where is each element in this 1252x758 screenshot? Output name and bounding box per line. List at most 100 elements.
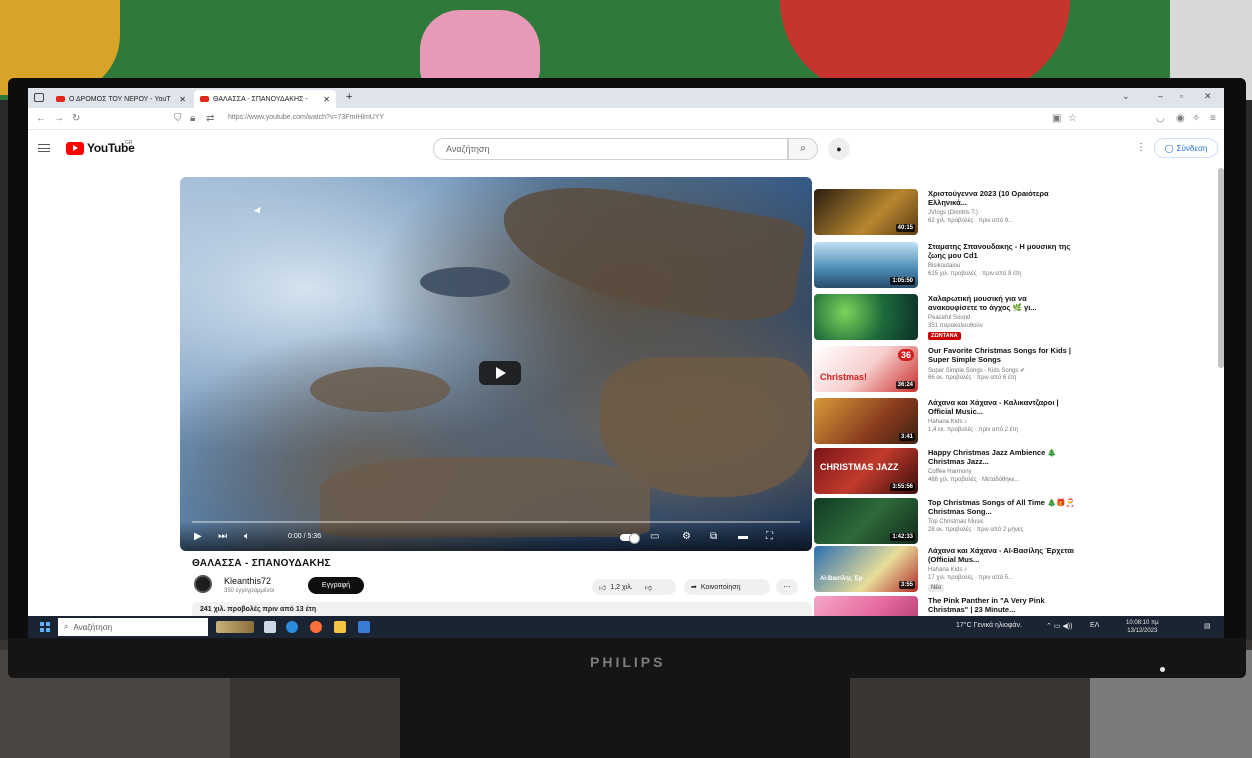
related-video-item[interactable]: Αϊ-Βασίλης Έρ 3:55 Λάχανα και Χάχανα - Α…	[814, 546, 1214, 596]
firefox-icon[interactable]	[310, 621, 322, 633]
subtitles-icon[interactable]: ▭	[650, 531, 659, 542]
theater-mode-icon[interactable]: ▬	[738, 531, 748, 542]
video-thumbnail[interactable]	[814, 294, 918, 340]
video-player[interactable]: ▶ ⏭ 🔈︎ 0:00 / 5:36 ▭ ⚙ ⧉ ▬ ⛶	[180, 177, 812, 551]
weather-widget[interactable]: 17°C Γενικά ηλιοφάν.	[956, 622, 1022, 629]
channel-name[interactable]: Hahana Kids ♪	[928, 419, 967, 425]
related-video-item[interactable]: Χαλαρωτική μουσική για να ανακουφίσετε τ…	[814, 294, 1214, 344]
document-app-icon[interactable]	[358, 621, 370, 633]
thumbs-down-icon[interactable]: 👎︎	[645, 583, 652, 592]
like-count[interactable]: 1,2 χιλ.	[610, 584, 632, 591]
video-thumbnail[interactable]: 1:05:50	[814, 242, 918, 288]
close-tab-icon[interactable]: ✕	[323, 95, 330, 104]
video-thumbnail[interactable]: CHRISTMAS JAZZ 3:55:56	[814, 448, 918, 494]
subscribe-button[interactable]: Εγγραφή	[308, 577, 364, 594]
guide-menu-icon[interactable]	[38, 144, 50, 152]
miniplayer-icon[interactable]: ⧉	[710, 531, 717, 542]
shield-icon[interactable]: ⛉	[174, 113, 182, 124]
page-scrollbar[interactable]	[1218, 168, 1224, 368]
bookmark-star-icon[interactable]: ☆	[1068, 113, 1077, 124]
browser-tab-2[interactable]: ΘΑΛΑΣΣΑ - ΣΠΑΝΟΥΔΑΚΗΣ - ✕	[194, 90, 336, 108]
video-title[interactable]: Χριστούγεννα 2023 (10 Ορaιότερα Ελληνικά…	[928, 189, 1078, 207]
close-window-icon[interactable]: ✕	[1204, 91, 1212, 102]
video-title[interactable]: Σταματης Σπανουδακης - Η μουσικη της ζωη…	[928, 242, 1078, 260]
video-title[interactable]: Χαλαρωτική μουσική για να ανακουφίσετε τ…	[928, 294, 1078, 312]
share-label: Κοινοποίηση	[700, 583, 741, 591]
file-explorer-icon[interactable]	[334, 621, 346, 633]
windows-start-icon[interactable]	[40, 622, 50, 632]
related-video-item[interactable]: 40:15 Χριστούγεννα 2023 (10 Ορaιότερα Ελ…	[814, 189, 1214, 239]
tab-overview-icon[interactable]	[34, 93, 44, 102]
youtube-logo-icon[interactable]	[66, 142, 84, 155]
reload-icon[interactable]: ↻	[72, 113, 80, 124]
forward-icon[interactable]: →	[54, 113, 64, 124]
fullscreen-icon[interactable]: ⛶	[766, 531, 773, 542]
taskbar-clock[interactable]: 10:08:10 πμ 13/12/2023	[1126, 619, 1159, 635]
thumbs-up-icon[interactable]: 👍︎	[599, 583, 606, 592]
search-highlight-icon[interactable]	[216, 621, 254, 633]
time-display: 0:00 / 5:36	[288, 533, 322, 540]
next-video-icon[interactable]: ⏭	[218, 531, 227, 542]
channel-name[interactable]: Bisikoutaiou	[928, 263, 960, 269]
sign-in-button[interactable]: ◯ Σύνδεση	[1154, 138, 1218, 158]
channel-name[interactable]: Hahana Kids ♪	[928, 567, 967, 573]
minimize-icon[interactable]: –	[1158, 91, 1163, 101]
clock-date: 13/12/2023	[1127, 628, 1158, 634]
channel-name[interactable]: JVlogs (Dimitris T.)	[928, 210, 978, 216]
large-play-button[interactable]	[479, 361, 521, 385]
related-video-item[interactable]: 36 Christmas! 36:24 Our Favorite Christm…	[814, 346, 1214, 396]
channel-name[interactable]: Coffee Harmony	[928, 469, 972, 475]
channel-name[interactable]: Peaceful Sound	[928, 315, 970, 321]
new-tab-icon[interactable]: +	[346, 91, 352, 103]
channel-name[interactable]: Kleanthis72	[224, 576, 271, 586]
pocket-icon[interactable]: ◡	[1156, 113, 1165, 124]
related-video-item[interactable]: 3:41 Λάχανα και Χάχανα - Καλικαντζαροι |…	[814, 398, 1214, 448]
video-thumbnail[interactable]: 1:42:33	[814, 498, 918, 544]
video-title[interactable]: Top Christmas Songs of All Time 🎄🎁🎅 Chri…	[928, 498, 1078, 516]
more-actions-button[interactable]: ⋯	[776, 579, 798, 595]
back-icon[interactable]: ←	[36, 113, 46, 124]
edge-browser-icon[interactable]	[286, 621, 298, 633]
channel-name[interactable]: Top Christmas Music	[928, 519, 984, 525]
search-input[interactable]: Αναζήτηση	[433, 138, 788, 160]
notifications-icon[interactable]: ▤	[1204, 622, 1211, 630]
share-button[interactable]: ➦ Κοινοποίηση	[684, 579, 770, 595]
tab-list-chevron-icon[interactable]: ⌄	[1122, 91, 1130, 102]
channel-avatar[interactable]	[194, 575, 212, 593]
browser-tab-1[interactable]: Ο ΔΡΟΜΟΣ ΤΟΥ ΝΕΡΟΥ - YouT ✕	[50, 90, 192, 108]
task-view-icon[interactable]	[264, 621, 276, 633]
video-title[interactable]: Λάχανα και Χάχανα - Καλικαντζαροι | Offi…	[928, 398, 1078, 416]
more-options-icon[interactable]: ⋮	[1136, 142, 1146, 153]
video-thumbnail[interactable]: 40:15	[814, 189, 918, 235]
permissions-icon[interactable]: ⇄	[206, 113, 214, 124]
taskbar-search[interactable]: ⌕ Αναζήτηση	[58, 618, 208, 636]
play-icon[interactable]: ▶	[194, 531, 202, 542]
video-thumbnail[interactable]: 36 Christmas! 36:24	[814, 346, 918, 392]
url-field[interactable]: https://www.youtube.com/watch?v=73FmIHlm…	[228, 114, 384, 121]
voice-search-button[interactable]: ●	[828, 138, 850, 160]
related-video-item[interactable]: 1:42:33 Top Christmas Songs of All Time …	[814, 498, 1214, 548]
related-video-item[interactable]: 1:05:50 Σταματης Σπανουδακης - Η μουσικη…	[814, 242, 1214, 292]
video-thumbnail[interactable]: 3:41	[814, 398, 918, 444]
maximize-icon[interactable]: ▫	[1180, 91, 1183, 101]
thumbnail-text: Christmas!	[820, 372, 868, 382]
input-language[interactable]: ΕΛ	[1090, 622, 1099, 629]
search-button[interactable]: ⌕	[788, 138, 818, 160]
related-video-item[interactable]: CHRISTMAS JAZZ 3:55:56 Happy Christmas J…	[814, 448, 1214, 498]
close-tab-icon[interactable]: ✕	[179, 95, 186, 104]
tray-icons[interactable]: ⌃ ▭ ◀))	[1046, 622, 1072, 630]
video-title[interactable]: Λάχανα και Χάχανα - Αϊ-Βασίλης Έρχεται (…	[928, 546, 1078, 564]
video-title[interactable]: Our Favorite Christmas Songs for Kids | …	[928, 346, 1078, 364]
video-title[interactable]: The Pink Panther in "A Very Pink Christm…	[928, 596, 1078, 614]
menu-icon[interactable]: ≡	[1210, 113, 1216, 124]
video-title[interactable]: Happy Christmas Jazz Ambience 🎄 Christma…	[928, 448, 1078, 466]
settings-gear-icon[interactable]: ⚙	[682, 531, 691, 542]
reader-view-icon[interactable]: ▣	[1052, 113, 1061, 124]
account-icon[interactable]: ◉	[1176, 113, 1185, 124]
volume-icon[interactable]: 🔈︎	[244, 531, 250, 542]
extensions-icon[interactable]: ✧	[1192, 113, 1200, 124]
channel-name[interactable]: Super Simple Songs - Kids Songs ✔	[928, 367, 1025, 374]
video-thumbnail[interactable]: Αϊ-Βασίλης Έρ 3:55	[814, 546, 918, 592]
autoplay-toggle[interactable]	[620, 533, 640, 544]
progress-bar[interactable]	[192, 521, 800, 523]
